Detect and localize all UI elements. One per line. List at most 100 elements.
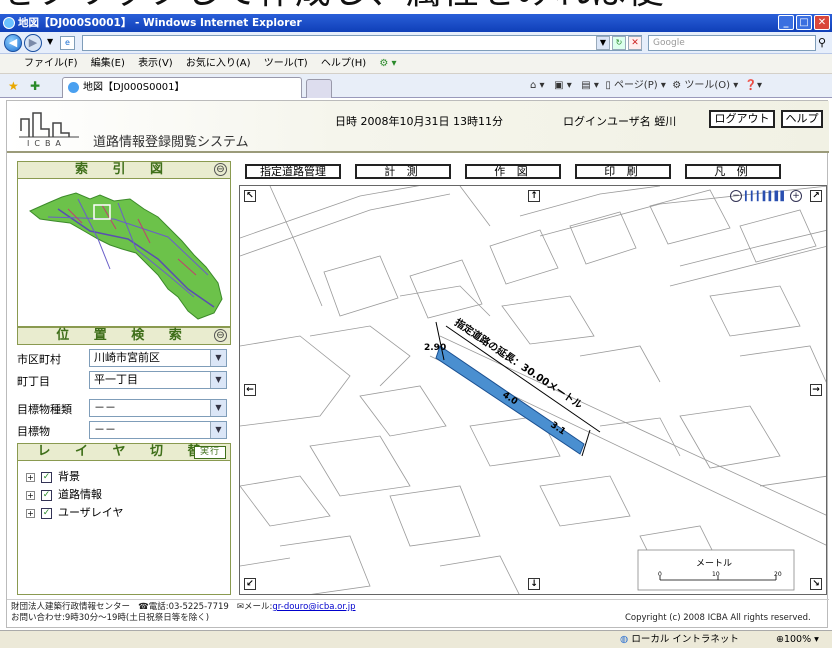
- pan-northeast-icon[interactable]: ↗: [810, 190, 822, 202]
- checkbox[interactable]: ✓: [41, 489, 52, 501]
- expand-icon[interactable]: +: [26, 490, 35, 500]
- zoom-out-icon[interactable]: −: [730, 190, 742, 202]
- chevron-down-icon[interactable]: ▼: [210, 400, 226, 416]
- index-minimap[interactable]: [17, 179, 231, 327]
- draw-button[interactable]: 作 図: [465, 164, 561, 179]
- history-dropdown-icon[interactable]: ▼: [47, 37, 53, 46]
- chevron-down-icon[interactable]: ▼: [210, 422, 226, 438]
- print-button[interactable]: 印 刷: [575, 164, 671, 179]
- footer-phone: ☎電話:03-5225-7719: [138, 602, 229, 612]
- checkbox[interactable]: ✓: [41, 471, 52, 483]
- tab-current[interactable]: 地図【DJ000S0001】: [62, 77, 302, 98]
- pan-north-icon[interactable]: ↑: [528, 190, 540, 202]
- ie-icon: [3, 17, 15, 29]
- search-input[interactable]: Google: [648, 35, 816, 51]
- back-icon[interactable]: ◀: [4, 34, 22, 52]
- pan-southeast-icon[interactable]: ↘: [810, 578, 822, 590]
- zoom-indicator[interactable]: ⊕100% ▾: [776, 632, 819, 648]
- page-footer: 財団法人建築行政情報センター ☎電話:03-5225-7719 ✉メール:gr-…: [7, 599, 829, 627]
- map-toolbar: 指定道路管理 計 測 作 図 印 刷 凡 例: [245, 164, 829, 180]
- menu-file[interactable]: ファイル(F): [24, 58, 78, 69]
- help-button[interactable]: ヘルプ: [781, 110, 823, 128]
- field-town: 町丁目 平一丁目 ▼: [17, 369, 231, 391]
- search-icon[interactable]: ⚲: [818, 36, 826, 49]
- pan-southwest-icon[interactable]: ↙: [244, 578, 256, 590]
- page-menu[interactable]: ▯ ページ(P) ▾: [605, 80, 666, 91]
- stop-icon[interactable]: ✕: [628, 36, 642, 50]
- maximize-button[interactable]: □: [796, 15, 812, 30]
- footer-mail-label: ✉メール:: [236, 602, 273, 612]
- field-city-label: 市区町村: [17, 353, 61, 366]
- tab-label: 地図【DJ000S0001】: [83, 82, 185, 93]
- page-menu-label: ページ(P): [614, 80, 658, 91]
- field-landmark-type-label: 目標物種類: [17, 403, 72, 416]
- address-dropdown-icon[interactable]: ▼: [596, 36, 610, 50]
- town-select[interactable]: 平一丁目 ▼: [89, 371, 227, 389]
- pan-west-icon[interactable]: ←: [244, 384, 256, 396]
- toolbar-extra-icon[interactable]: ⚙ ▾: [379, 58, 396, 69]
- pan-northwest-icon[interactable]: ↖: [244, 190, 256, 202]
- landmark-type-value: －－: [94, 401, 116, 414]
- expand-icon[interactable]: +: [26, 508, 35, 518]
- scale-tick-1: 10: [712, 571, 720, 578]
- map-canvas: 指定道路の延長：30.00メートル 2.90 4.0 3.1 メートル 0 10…: [240, 186, 826, 594]
- checkbox[interactable]: ✓: [41, 507, 52, 519]
- legend-button[interactable]: 凡 例: [685, 164, 781, 179]
- footer-org: 財団法人建築行政情報センター: [11, 602, 131, 612]
- layer-item-background[interactable]: + ✓ 背景: [26, 469, 80, 485]
- help-icon[interactable]: ❓▾: [745, 80, 762, 91]
- menu-favorites[interactable]: お気に入り(A): [186, 58, 251, 69]
- menu-view[interactable]: 表示(V): [138, 58, 173, 69]
- pan-east-icon[interactable]: →: [810, 384, 822, 396]
- print-icon[interactable]: ▤ ▾: [581, 80, 599, 91]
- favorites-star-icon[interactable]: ★: [8, 79, 19, 93]
- landmark-type-select[interactable]: －－ ▼: [89, 399, 227, 417]
- chevron-down-icon[interactable]: ▼: [210, 350, 226, 366]
- designated-road-button[interactable]: 指定道路管理: [245, 164, 341, 179]
- zoom-in-icon[interactable]: +: [790, 190, 802, 202]
- navigation-bar: ◀ ▶ ▼ e ▼ ↻ ✕ Google ⚲: [0, 32, 832, 54]
- field-city: 市区町村 川崎市宮前区 ▼: [17, 347, 231, 369]
- forward-icon[interactable]: ▶: [24, 34, 42, 52]
- refresh-icon[interactable]: ↻: [612, 36, 626, 50]
- menu-bar: ファイル(F) 編集(E) 表示(V) お気に入り(A) ツール(T) ヘルプ(…: [0, 54, 832, 74]
- width-start-label: 2.90: [424, 343, 446, 353]
- minimize-button[interactable]: _: [778, 15, 794, 30]
- menu-edit[interactable]: 編集(E): [91, 58, 125, 69]
- expand-icon[interactable]: +: [26, 472, 35, 482]
- measure-button[interactable]: 計 測: [355, 164, 451, 179]
- address-bar[interactable]: [82, 35, 642, 51]
- footer-copyright: Copyright (c) 2008 ICBA All rights reser…: [625, 613, 811, 623]
- window-titlebar: 地図【DJ000S0001】 - Windows Internet Explor…: [0, 14, 832, 32]
- menu-tools[interactable]: ツール(T): [264, 58, 308, 69]
- home-icon[interactable]: ⌂ ▾: [530, 80, 545, 91]
- new-tab-button[interactable]: [306, 79, 332, 98]
- pan-south-icon[interactable]: ↓: [528, 578, 540, 590]
- feeds-icon[interactable]: ▣ ▾: [554, 80, 572, 91]
- landmark-select[interactable]: －－ ▼: [89, 421, 227, 439]
- city-select[interactable]: 川崎市宮前区 ▼: [89, 349, 227, 367]
- layer-item-road-info[interactable]: + ✓ 道路情報: [26, 487, 102, 503]
- left-panel: 索 引 図 ⊖ 位 置 検 索 ⊖ 市区町村 川崎市宮前区 ▼ 町丁目 平一丁目…: [17, 161, 231, 601]
- close-button[interactable]: ✕: [814, 15, 830, 30]
- tools-menu[interactable]: ⚙ ツール(O) ▾: [672, 80, 738, 91]
- location-search-header: 位 置 検 索 ⊖: [17, 327, 231, 345]
- layer-item-user-layer[interactable]: + ✓ ユーザレイヤ: [26, 505, 123, 521]
- layer-label: 背景: [58, 470, 80, 483]
- zoom-icon: ⊕: [776, 634, 784, 645]
- footer-mail-link[interactable]: gr-douro@icba.or.jp: [272, 602, 355, 612]
- location-search-title: 位 置 検 索: [56, 328, 192, 343]
- tools-menu-label: ツール(O): [684, 80, 731, 91]
- menu-help[interactable]: ヘルプ(H): [321, 58, 366, 69]
- minimap-svg: [29, 192, 223, 320]
- command-bar: ⌂ ▾ ▣ ▾ ▤ ▾ ▯ ページ(P) ▾ ⚙ ツール(O) ▾ ❓▾: [530, 77, 762, 95]
- collapse-icon[interactable]: ⊖: [214, 163, 227, 176]
- map-view[interactable]: 指定道路の延長：30.00メートル 2.90 4.0 3.1 メートル 0 10…: [239, 185, 827, 595]
- add-favorite-icon[interactable]: ✚: [30, 79, 40, 93]
- chevron-down-icon[interactable]: ▼: [210, 372, 226, 388]
- zoom-slider[interactable]: − ▎▎▎▍▍▌▌ +: [730, 190, 806, 204]
- execute-button[interactable]: 実行: [194, 446, 226, 459]
- logout-button[interactable]: ログアウト: [709, 110, 775, 128]
- zoom-level-bars[interactable]: ▎▎▎▍▍▌▌: [745, 192, 787, 202]
- collapse-icon[interactable]: ⊖: [214, 329, 227, 342]
